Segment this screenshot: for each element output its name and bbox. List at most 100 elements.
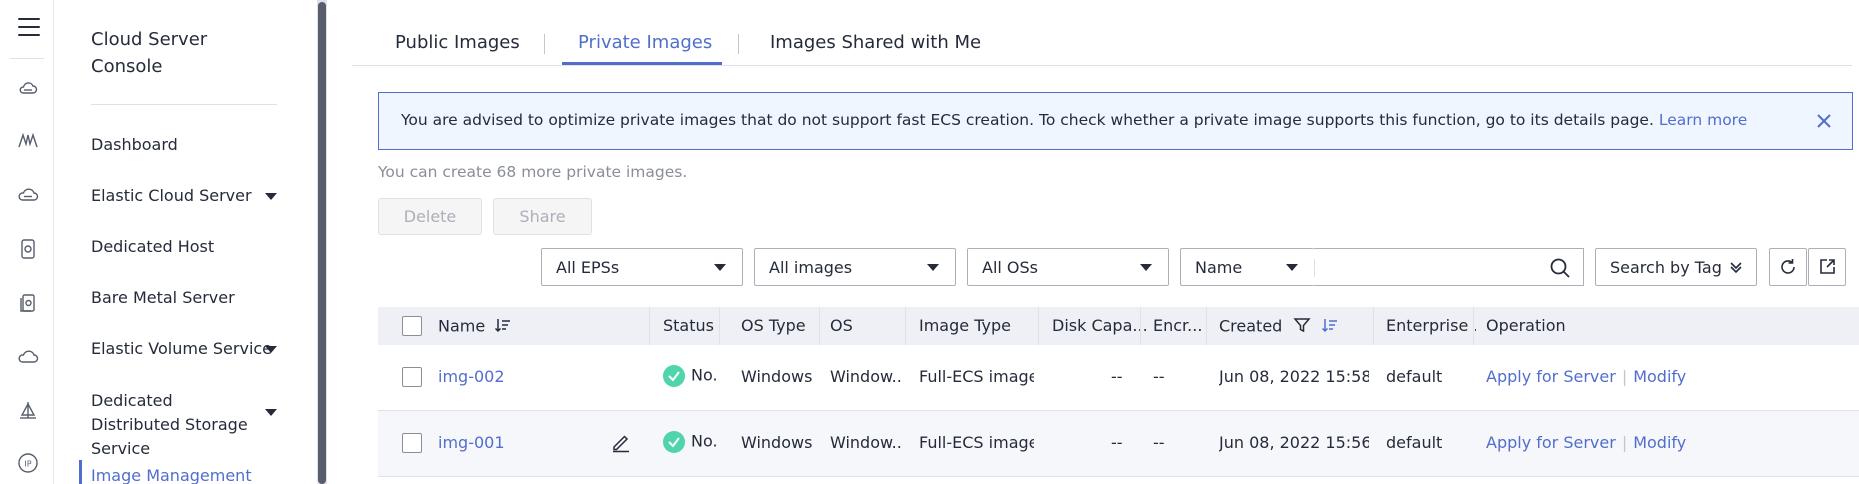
tab-private-images[interactable]: Private Images	[578, 32, 712, 53]
sidebar-item-dedicated-host[interactable]: Dedicated Host	[91, 235, 277, 259]
sidebar-item-elastic-volume-service[interactable]: Elastic Volume Service	[91, 337, 277, 361]
column-header-status: Status	[663, 316, 714, 335]
learn-more-link[interactable]: Learn more	[1659, 111, 1747, 129]
sidebar-item-label: Bare Metal Server	[91, 288, 235, 307]
cloud-icon[interactable]	[17, 346, 39, 368]
sidebar-item-dashboard[interactable]: Dashboard	[91, 133, 277, 157]
tab-separator	[544, 34, 545, 54]
export-button[interactable]	[1808, 248, 1846, 286]
image-type-cell: Full-ECS image(...	[919, 433, 1034, 452]
column-divider[interactable]	[649, 307, 650, 345]
double-chevron-down-icon	[1728, 259, 1744, 279]
column-divider[interactable]	[1373, 307, 1374, 345]
ip-icon[interactable]: IP	[17, 452, 39, 474]
column-divider[interactable]	[905, 307, 906, 345]
service-sidebar: Cloud Server Console Dashboard Elastic C…	[55, 0, 327, 484]
sidebar-item-bare-metal-server[interactable]: Bare Metal Server	[91, 286, 277, 310]
column-divider[interactable]	[819, 307, 820, 345]
main-content: Public Images Private Images Images Shar…	[352, 0, 1859, 484]
chevron-down-icon	[1286, 264, 1298, 271]
sidebar-item-elastic-cloud-server[interactable]: Elastic Cloud Server	[91, 184, 277, 208]
storage-icon[interactable]	[17, 238, 39, 260]
refresh-button[interactable]	[1769, 248, 1807, 286]
sidebar-divider	[91, 104, 277, 105]
sidebar-scrollbar[interactable]	[317, 0, 327, 484]
image-filter-select[interactable]: All images	[754, 248, 956, 286]
operation-cell: Apply for Server | Modify	[1486, 367, 1859, 386]
disk-capacity-cell: --	[1111, 367, 1123, 386]
search-icon[interactable]	[1549, 257, 1571, 279]
column-divider[interactable]	[719, 307, 720, 345]
row-checkbox[interactable]	[402, 433, 422, 453]
eps-filter-select[interactable]: All EPSs	[541, 248, 743, 286]
search-input[interactable]	[1314, 248, 1584, 286]
active-tab-underline	[562, 62, 722, 65]
column-divider[interactable]	[1038, 307, 1039, 345]
sort-icon[interactable]	[494, 316, 512, 338]
sidebar-item-dedicated-distributed-storage[interactable]: Dedicated Distributed Storage Service	[91, 389, 277, 461]
sidebar-item-label: Dashboard	[91, 135, 178, 154]
ship-icon[interactable]	[17, 400, 39, 422]
chevron-down-icon	[927, 264, 939, 271]
column-header-created: Created	[1219, 316, 1339, 338]
scrollbar-thumb[interactable]	[318, 2, 326, 484]
apply-for-server-link[interactable]: Apply for Server	[1486, 433, 1616, 452]
modify-link[interactable]: Modify	[1633, 367, 1686, 386]
disk-capacity-cell: --	[1111, 433, 1123, 452]
column-divider[interactable]	[1206, 307, 1207, 345]
column-header-operation: Operation	[1486, 316, 1566, 335]
ip-icon-text: IP	[24, 460, 31, 469]
tag-search-select[interactable]: Search by Tag	[1595, 248, 1757, 286]
chevron-down-icon	[714, 264, 726, 271]
menu-icon[interactable]	[18, 18, 40, 38]
status-cell: No...	[663, 431, 718, 453]
sidebar-item-label: Dedicated Host	[91, 237, 215, 256]
tab-images-shared-with-me[interactable]: Images Shared with Me	[770, 32, 981, 53]
row-checkbox[interactable]	[402, 367, 422, 387]
column-header-os-type: OS Type	[741, 316, 806, 335]
edit-icon[interactable]	[610, 431, 632, 457]
rail-divider	[10, 58, 44, 59]
eps-filter-value: All EPSs	[556, 258, 620, 277]
tab-separator	[738, 34, 739, 54]
table-row[interactable]: img-002 No... Windows Window... Full-ECS…	[378, 345, 1859, 411]
table-header: Name Status OS Type OS Image Type Disk C…	[378, 307, 1859, 345]
backup-icon[interactable]	[17, 292, 39, 314]
encryption-cell: --	[1153, 433, 1165, 452]
os-type-cell: Windows	[741, 433, 813, 452]
network-icon[interactable]	[17, 130, 39, 152]
share-button[interactable]: Share	[493, 198, 592, 235]
column-header-encryption: Encr...	[1153, 316, 1203, 335]
disk-cloud-icon[interactable]	[17, 184, 39, 206]
sort-active-icon[interactable]	[1321, 316, 1339, 338]
filter-icon[interactable]	[1293, 316, 1312, 338]
status-text: No...	[691, 365, 718, 385]
delete-button[interactable]: Delete	[378, 198, 482, 235]
apply-for-server-link[interactable]: Apply for Server	[1486, 367, 1616, 386]
column-header-name[interactable]: Name	[438, 316, 512, 338]
os-filter-select[interactable]: All OSs	[967, 248, 1169, 286]
chevron-down-icon	[265, 409, 277, 416]
column-header-name-label: Name	[438, 316, 486, 336]
close-icon[interactable]	[1814, 111, 1834, 131]
column-divider[interactable]	[1140, 307, 1141, 345]
image-tabs: Public Images Private Images Images Shar…	[352, 22, 1852, 66]
enterprise-project-cell: default	[1386, 367, 1443, 386]
tab-public-images[interactable]: Public Images	[395, 32, 520, 53]
optimization-notice: You are advised to optimize private imag…	[378, 92, 1853, 150]
table-row[interactable]: img-001 No... Windows Window... Full-ECS…	[378, 411, 1859, 477]
column-header-created-label: Created	[1219, 316, 1283, 336]
cloud-server-icon[interactable]	[17, 78, 39, 100]
search-field-select[interactable]: Name	[1180, 248, 1314, 286]
sidebar-item-image-management[interactable]: Image Management	[91, 464, 277, 484]
image-name-link[interactable]: img-002	[438, 367, 505, 386]
image-type-cell: Full-ECS image(...	[919, 367, 1034, 386]
os-cell: Window...	[830, 433, 902, 452]
chevron-down-icon	[265, 346, 277, 353]
image-name-link[interactable]: img-001	[438, 433, 505, 452]
chevron-down-icon	[1140, 264, 1152, 271]
select-all-checkbox[interactable]	[402, 316, 422, 336]
op-divider: |	[1621, 367, 1628, 386]
column-divider[interactable]	[1473, 307, 1474, 345]
modify-link[interactable]: Modify	[1633, 433, 1686, 452]
